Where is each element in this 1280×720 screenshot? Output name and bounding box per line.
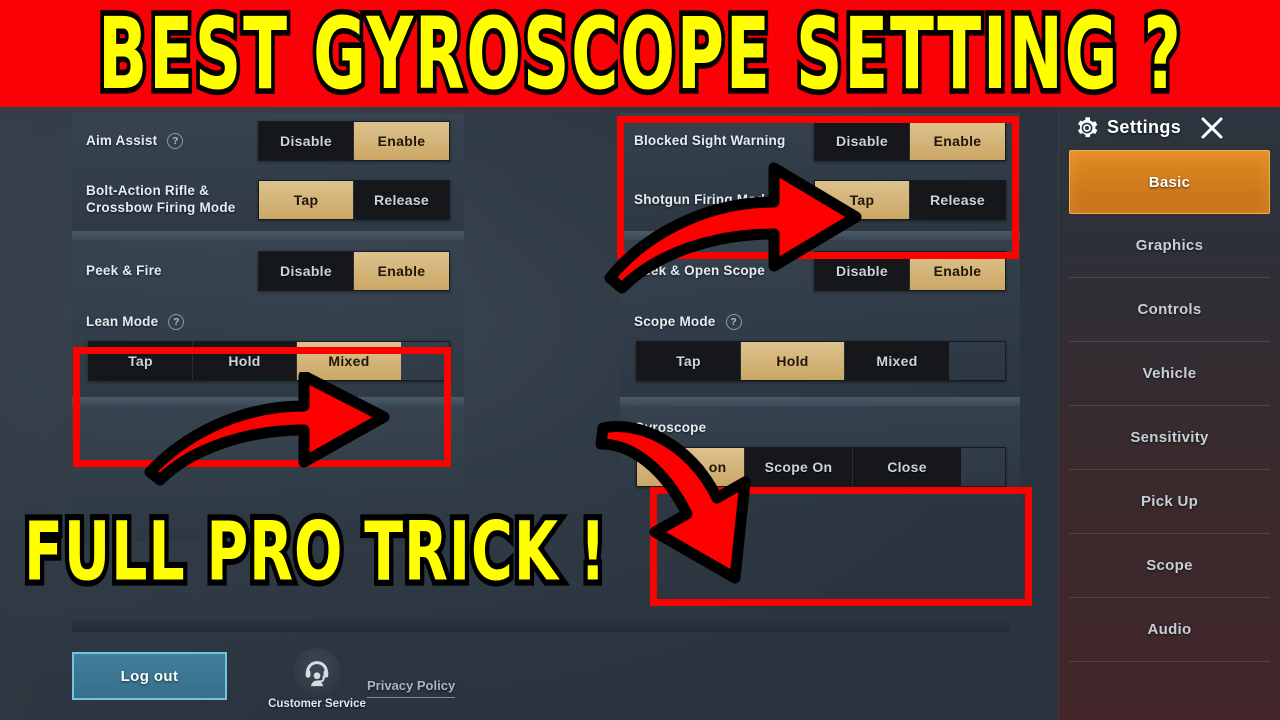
seg-option-disable[interactable]: Disable: [259, 252, 354, 290]
setting-row-aim-assist: Aim Assist ? Disable Enable: [72, 113, 464, 169]
footer: Log out Customer Service Privacy Policy: [72, 648, 672, 712]
help-icon[interactable]: ?: [167, 133, 184, 149]
settings-left-column: Aim Assist ? Disable Enable Bolt-Action …: [72, 113, 464, 542]
setting-row-lean-mode: Lean Mode ? Tap Hold Mixed: [72, 302, 464, 397]
settings-group-4: Blocked Sight Warning Disable Enable Sho…: [620, 113, 1020, 231]
thumbnail-banner-text: BEST GYROSCOPE SETTING ?: [94, 0, 1184, 117]
panel-divider: [72, 396, 464, 406]
logout-button[interactable]: Log out: [72, 652, 227, 700]
seg-option-tap[interactable]: Tap: [815, 181, 910, 219]
customer-service-label: Customer Service: [268, 698, 366, 710]
seg-option-enable[interactable]: Enable: [354, 252, 449, 290]
seg-option-enable[interactable]: Enable: [910, 252, 1005, 290]
help-icon[interactable]: ?: [168, 314, 185, 331]
segmented-control-bolt-action-firing-mode[interactable]: Tap Release: [258, 180, 450, 220]
setting-row-shotgun-firing-mode: Shotgun Firing Mode Tap Release: [620, 169, 1020, 231]
seg-option-tap[interactable]: Tap: [89, 341, 193, 380]
sidebar-item-scope[interactable]: Scope: [1069, 534, 1270, 598]
sidebar-title: Settings: [1107, 117, 1182, 137]
setting-label: Shotgun Firing Mode: [634, 191, 773, 207]
seg-option-mixed[interactable]: Mixed: [845, 341, 949, 380]
setting-row-gyroscope: Gyroscope Always on Scope On Close: [620, 406, 1020, 503]
sidebar-item-graphics[interactable]: Graphics: [1069, 214, 1270, 278]
sidebar-menu: Basic Graphics Controls Vehicle Sensitiv…: [1059, 150, 1280, 662]
setting-row-blocked-sight-warning: Blocked Sight Warning Disable Enable: [620, 113, 1020, 169]
segmented-control-peek-and-open-scope[interactable]: Disable Enable: [814, 251, 1006, 291]
settings-group-1: Aim Assist ? Disable Enable Bolt-Action …: [72, 113, 464, 231]
sidebar-item-vehicle[interactable]: Vehicle: [1069, 342, 1270, 406]
seg-option-release[interactable]: Release: [354, 181, 449, 219]
panel-divider: [620, 231, 1020, 240]
setting-row-bolt-action-firing-mode: Bolt-Action Rifle & Crossbow Firing Mode…: [72, 169, 464, 231]
footer-separator-bar: [72, 620, 1010, 632]
setting-row-peek-and-open-scope: Peek & Open Scope Disable Enable: [620, 240, 1020, 302]
segmented-control-blocked-sight-warning[interactable]: Disable Enable: [814, 121, 1006, 161]
seg-option-disable[interactable]: Disable: [815, 252, 910, 290]
close-icon[interactable]: [1199, 115, 1225, 141]
setting-label: Bolt-Action Rifle & Crossbow Firing Mode: [86, 183, 236, 215]
help-icon[interactable]: ?: [725, 314, 742, 331]
seg-option-scope-on[interactable]: Scope On: [745, 447, 853, 486]
thumbnail-lower-text: FULL PRO TRICK !: [20, 499, 610, 606]
settings-sidebar: Settings Basic Graphics Controls Vehicle…: [1058, 105, 1280, 720]
setting-label: Scope Mode: [634, 314, 716, 329]
seg-option-tap[interactable]: Tap: [259, 181, 354, 219]
settings-group-5: Peek & Open Scope Disable Enable Scope M…: [620, 240, 1020, 397]
seg-option-disable[interactable]: Disable: [259, 122, 354, 160]
customer-service-button[interactable]: Customer Service: [262, 648, 372, 710]
sidebar-item-audio[interactable]: Audio: [1069, 598, 1270, 662]
segmented-control-lean-mode[interactable]: Tap Hold Mixed: [88, 340, 450, 381]
setting-label: Aim Assist: [86, 132, 158, 148]
segmented-control-peek-and-fire[interactable]: Disable Enable: [258, 251, 450, 291]
panel-divider: [620, 396, 1020, 406]
segmented-control-aim-assist[interactable]: Disable Enable: [258, 121, 450, 161]
thumbnail-top-banner: BEST GYROSCOPE SETTING ?: [0, 0, 1280, 117]
seg-option-enable[interactable]: Enable: [910, 122, 1005, 160]
seg-option-mixed[interactable]: Mixed: [297, 341, 401, 380]
setting-row-peek-and-fire: Peek & Fire Disable Enable: [72, 240, 464, 302]
gear-icon: [1075, 116, 1099, 140]
sidebar-item-controls[interactable]: Controls: [1069, 278, 1270, 342]
headset-support-icon: [293, 648, 341, 696]
seg-option-hold[interactable]: Hold: [193, 341, 297, 380]
segmented-control-gyroscope[interactable]: Always on Scope On Close: [636, 446, 1006, 487]
setting-label: Gyroscope: [634, 419, 707, 435]
seg-option-enable[interactable]: Enable: [354, 122, 449, 160]
privacy-policy-link[interactable]: Privacy Policy: [367, 678, 456, 698]
segmented-control-scope-mode[interactable]: Tap Hold Mixed: [636, 340, 1006, 381]
settings-group-2: Peek & Fire Disable Enable Lean Mode ? T…: [72, 240, 464, 397]
setting-label: Blocked Sight Warning: [634, 132, 786, 148]
panel-divider: [72, 231, 464, 240]
setting-label: Lean Mode: [86, 314, 159, 329]
setting-label: Peek & Open Scope: [634, 262, 765, 278]
seg-option-tap[interactable]: Tap: [637, 341, 741, 380]
seg-option-close[interactable]: Close: [853, 447, 961, 486]
sidebar-item-pickup[interactable]: Pick Up: [1069, 470, 1270, 534]
settings-group-6: Gyroscope Always on Scope On Close: [620, 405, 1020, 503]
setting-row-scope-mode: Scope Mode ? Tap Hold Mixed: [620, 302, 1020, 397]
setting-label: Peek & Fire: [86, 262, 162, 278]
settings-right-column: Blocked Sight Warning Disable Enable Sho…: [620, 113, 1020, 503]
seg-option-hold[interactable]: Hold: [741, 341, 845, 380]
seg-option-always-on[interactable]: Always on: [637, 447, 745, 486]
segmented-control-shotgun-firing-mode[interactable]: Tap Release: [814, 180, 1006, 220]
seg-option-disable[interactable]: Disable: [815, 122, 910, 160]
sidebar-item-basic[interactable]: Basic: [1069, 150, 1270, 214]
seg-option-release[interactable]: Release: [910, 181, 1005, 219]
sidebar-item-sensitivity[interactable]: Sensitivity: [1069, 406, 1270, 470]
screen-root: Aim Assist ? Disable Enable Bolt-Action …: [0, 0, 1280, 720]
